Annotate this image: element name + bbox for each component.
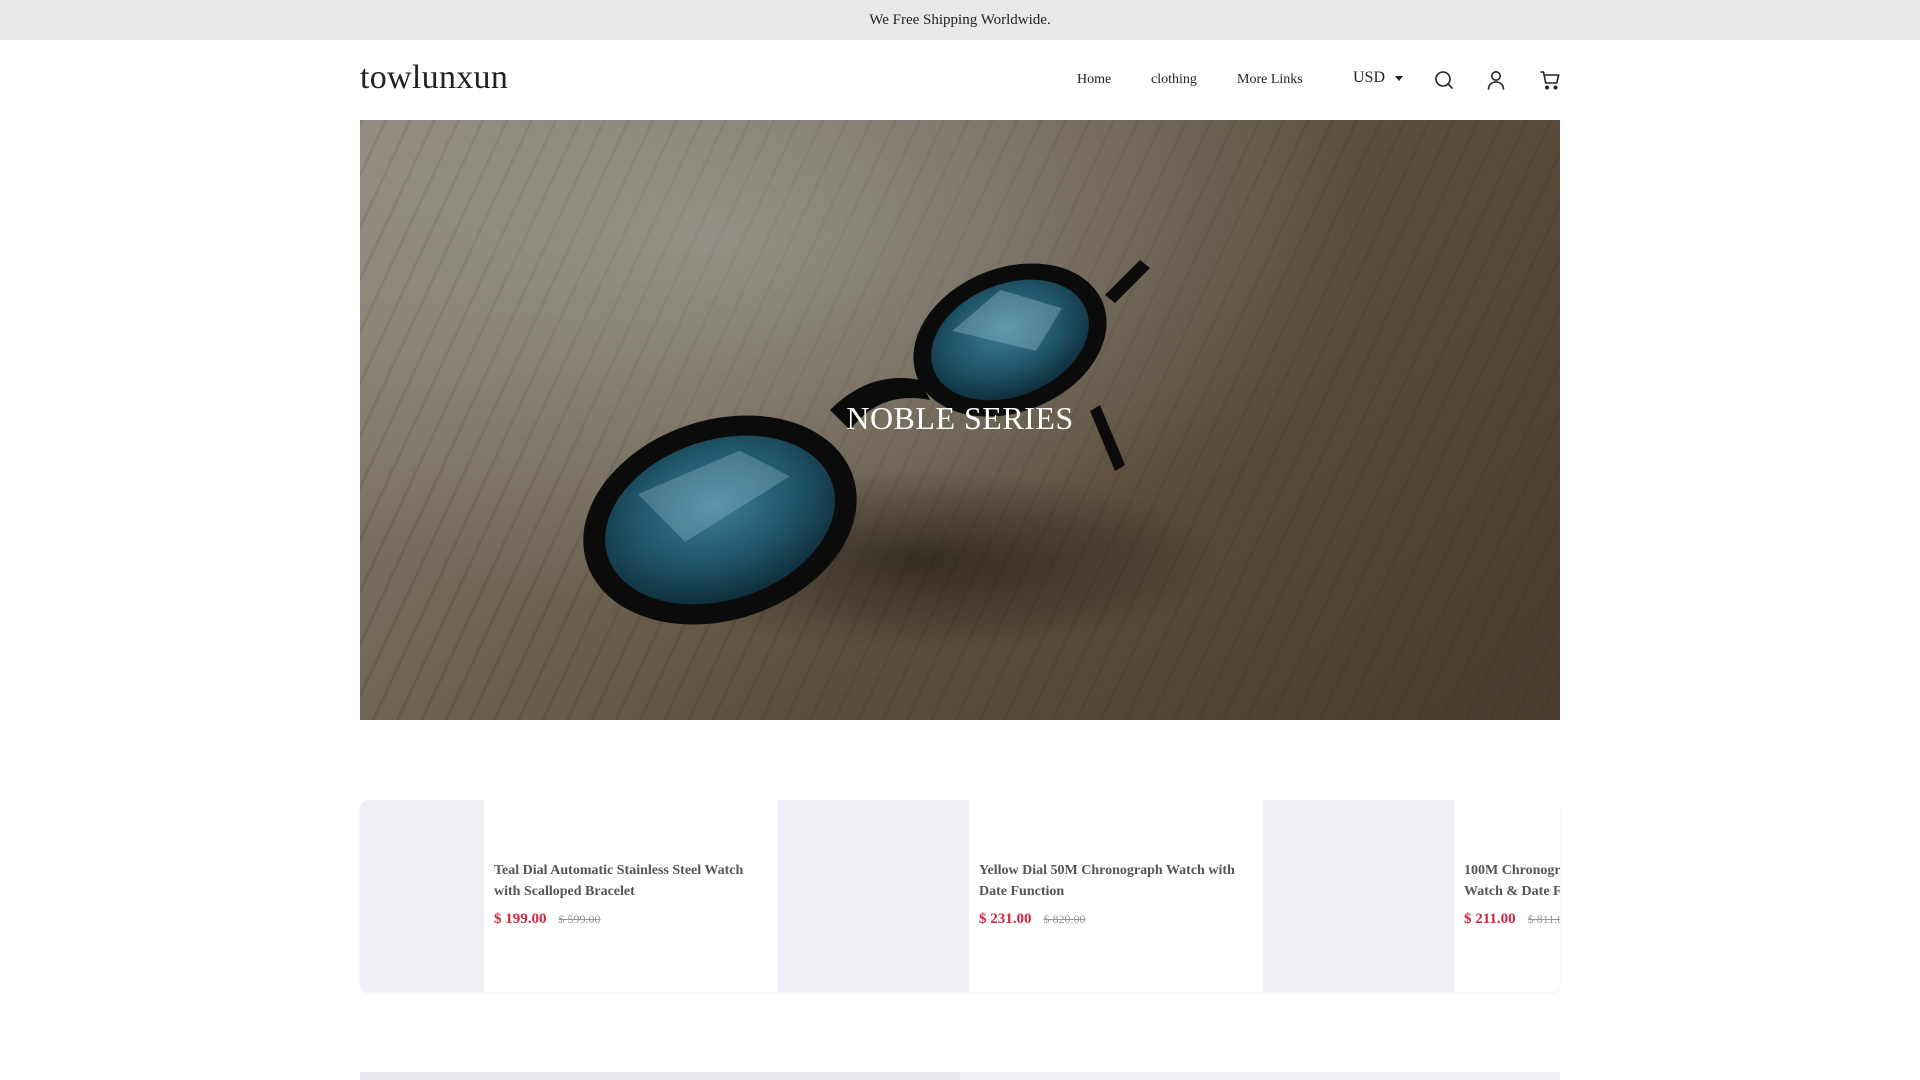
price-row: $ 231.00 $ 820.00 (979, 910, 1086, 928)
product-carousel: Teal Dial Automatic Stainless Steel Watc… (360, 800, 1560, 992)
product-title[interactable]: Teal Dial Automatic Stainless Steel Watc… (494, 860, 754, 902)
cart-icon[interactable] (1538, 68, 1562, 92)
product-old-price: $ 811.00 (1527, 912, 1560, 926)
nav-home[interactable]: Home (1077, 72, 1111, 88)
product-image[interactable] (360, 800, 484, 992)
next-section-edge (360, 1072, 1560, 1080)
product-image[interactable] (1263, 800, 1454, 992)
product-info: Yellow Dial 50M Chronograph Watch with D… (969, 800, 1263, 992)
product-card[interactable]: Teal Dial Automatic Stainless Steel Watc… (360, 800, 778, 992)
product-price: $ 211.00 (1464, 911, 1516, 927)
user-icon[interactable] (1484, 68, 1508, 92)
announcement-bar: We Free Shipping Worldwide. (0, 0, 1920, 40)
hero-banner[interactable]: NOBLE SERIES (360, 120, 1560, 720)
product-old-price: $ 599.00 (558, 912, 601, 926)
product-card[interactable]: Yellow Dial 50M Chronograph Watch with D… (778, 800, 1263, 992)
announcement-text: We Free Shipping Worldwide. (869, 11, 1051, 28)
product-image[interactable] (778, 800, 969, 992)
product-info: 100M Chronograph Watch & Date Function $… (1454, 800, 1560, 992)
product-price: $ 199.00 (494, 911, 547, 927)
site-logo[interactable]: towlunxun (360, 59, 508, 97)
product-info: Teal Dial Automatic Stainless Steel Watc… (484, 800, 778, 992)
currency-label: USD (1353, 69, 1386, 86)
currency-selector[interactable]: USD (1353, 69, 1404, 87)
site-header: towlunxun Home clothing More Links USD (0, 40, 1920, 120)
product-card[interactable]: 100M Chronograph Watch & Date Function $… (1263, 800, 1560, 992)
hero-title: NOBLE SERIES (846, 400, 1074, 436)
product-title[interactable]: Yellow Dial 50M Chronograph Watch with D… (979, 860, 1239, 902)
next-section-block (360, 1072, 960, 1080)
search-icon[interactable] (1432, 68, 1456, 92)
nav-more-links[interactable]: More Links (1237, 72, 1303, 88)
product-price: $ 231.00 (979, 911, 1032, 927)
price-row: $ 211.00 $ 811.00 (1464, 910, 1560, 928)
price-row: $ 199.00 $ 599.00 (494, 910, 601, 928)
product-old-price: $ 820.00 (1043, 912, 1086, 926)
caret-down-icon (1395, 75, 1404, 81)
product-title[interactable]: 100M Chronograph Watch & Date Function (1464, 860, 1560, 902)
nav-clothing[interactable]: clothing (1151, 72, 1197, 88)
